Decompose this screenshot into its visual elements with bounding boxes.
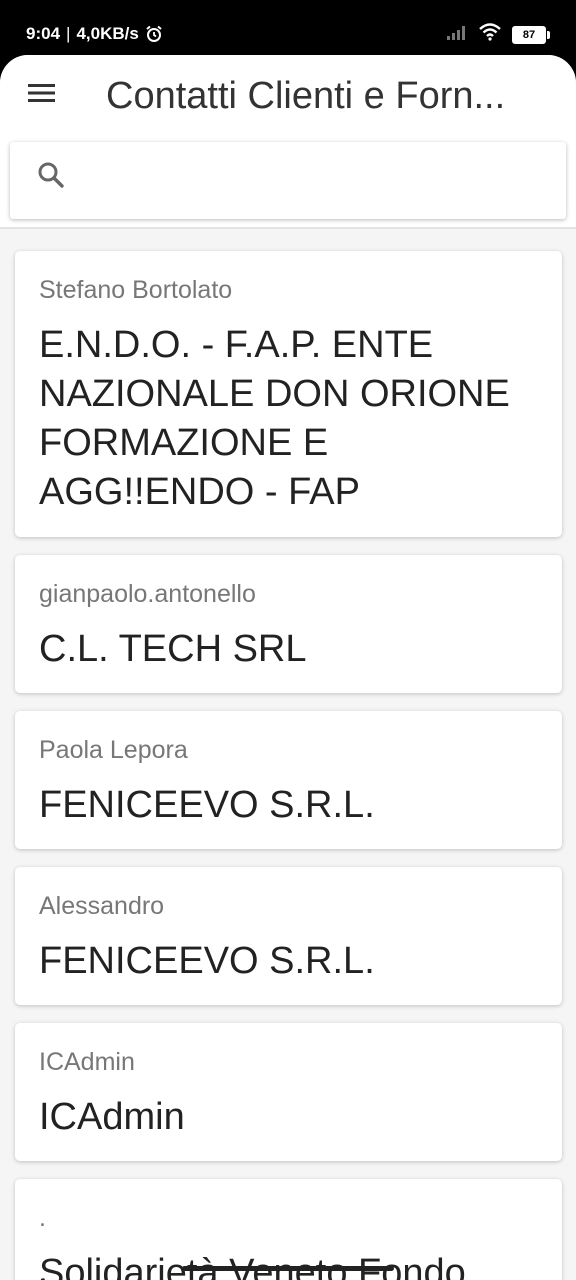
contact-card[interactable]: . Solidarietà Veneto Fondo <box>15 1179 562 1280</box>
contact-card[interactable]: ICAdmin ICAdmin <box>15 1023 562 1161</box>
alarm-icon <box>145 25 163 43</box>
company-name: Solidarietà Veneto Fondo <box>39 1252 466 1280</box>
contact-name: gianpaolo.antonello <box>39 580 256 608</box>
contact-name: ICAdmin <box>39 1048 135 1076</box>
status-bar: 9:04 | 4,0KB/s 87 <box>0 0 576 58</box>
contact-name: Alessandro <box>39 892 165 920</box>
contacts-list[interactable]: Stefano Bortolato E.N.D.O. - F.A.P. ENTE… <box>0 229 576 1280</box>
battery-level: 87 <box>522 28 536 41</box>
company-name: FENICEEVO S.R.L. <box>39 784 375 826</box>
wifi-icon <box>478 23 502 46</box>
search-box[interactable] <box>10 142 566 219</box>
menu-icon <box>27 82 57 109</box>
app-surface: Contatti Clienti e Forn... Stefano Borto… <box>0 55 576 1280</box>
company-name: ICAdmin <box>39 1096 185 1138</box>
status-separator: | <box>66 24 71 43</box>
contact-card[interactable]: Alessandro FENICEEVO S.R.L. <box>15 867 562 1005</box>
status-left: 9:04 | 4,0KB/s <box>26 22 163 46</box>
contact-card[interactable]: Stefano Bortolato E.N.D.O. - F.A.P. ENTE… <box>15 251 562 537</box>
contact-name: . <box>39 1204 46 1232</box>
search-input[interactable] <box>86 156 550 204</box>
contact-card[interactable]: Paola Lepora FENICEEVO S.R.L. <box>15 711 562 849</box>
company-name: E.N.D.O. - F.A.P. ENTE NAZIONALE DON ORI… <box>39 324 510 513</box>
company-name: FENICEEVO S.R.L. <box>39 940 375 982</box>
network-speed: 4,0KB/s <box>76 24 139 43</box>
search-icon <box>36 160 66 190</box>
status-time: 9:04 <box>26 24 61 43</box>
battery-icon: 87 <box>512 25 550 44</box>
company-name: C.L. TECH SRL <box>39 628 307 670</box>
app-bar: Contatti Clienti e Forn... <box>0 55 576 137</box>
menu-button[interactable] <box>24 77 60 113</box>
signal-icon <box>446 24 468 45</box>
page-title: Contatti Clienti e Forn... <box>106 75 506 117</box>
contact-name: Stefano Bortolato <box>39 276 233 304</box>
status-right: 87 <box>446 23 552 46</box>
home-indicator[interactable] <box>182 1266 394 1271</box>
contact-card[interactable]: gianpaolo.antonello C.L. TECH SRL <box>15 555 562 693</box>
contact-name: Paola Lepora <box>39 736 188 764</box>
